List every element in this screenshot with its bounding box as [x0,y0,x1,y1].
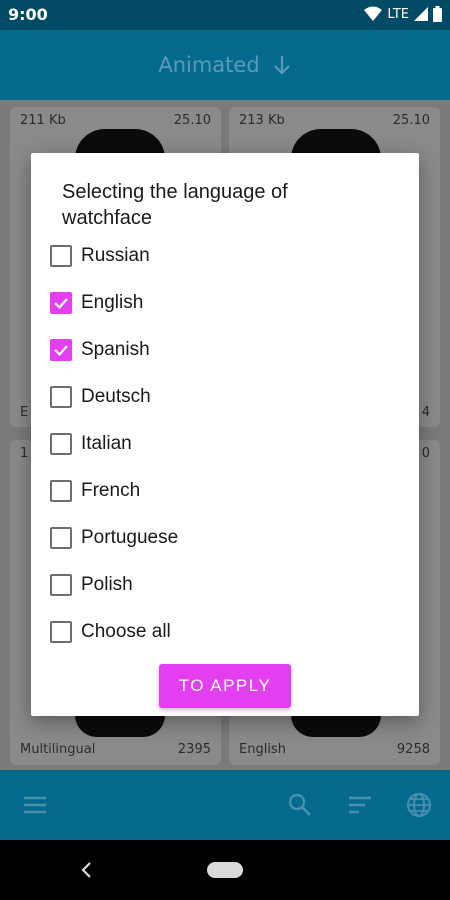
watchface-image [75,715,165,737]
checkbox[interactable] [50,339,72,361]
option-polish[interactable]: Polish [50,570,133,600]
option-french[interactable]: French [50,476,140,506]
option-label: Deutsch [81,386,151,407]
option-spanish[interactable]: Spanish [50,335,150,365]
card-language: Multilingual [20,742,96,757]
network-type: LTE [387,6,409,22]
checkbox[interactable] [50,621,72,643]
option-label: Russian [81,245,150,266]
dialog-title: Selecting the language of watchface [62,181,288,229]
card-version: 25.10 [173,113,211,128]
card-version-partial: 0 [421,446,430,461]
page-title[interactable]: Animated [158,53,259,77]
card-language-partial: E [20,405,29,420]
card-language: English [239,742,286,757]
checkbox[interactable] [50,433,72,455]
checkbox[interactable] [50,245,72,267]
option-label: English [81,292,144,313]
check-icon [54,298,68,310]
apply-button[interactable]: TO APPLY [159,664,291,708]
option-italian[interactable]: Italian [50,429,132,459]
language-dialog: Selecting the language of watchface Russ… [31,153,419,716]
card-version: 25.10 [392,113,430,128]
app-bar: Animated [0,30,450,100]
checkbox[interactable] [50,574,72,596]
bottom-bar [0,770,450,840]
option-russian[interactable]: Russian [50,241,150,271]
signal-icon [414,7,428,21]
globe-icon[interactable] [406,792,432,818]
option-label: French [81,480,141,501]
status-time: 9:00 [8,5,48,24]
option-label: Choose all [81,621,171,642]
watchface-image [291,715,381,737]
checkbox[interactable] [50,292,72,314]
option-deutsch[interactable]: Deutsch [50,382,151,412]
option-portuguese[interactable]: Portuguese [50,523,178,553]
card-size: 213 Kb [239,113,285,128]
card-downloads-partial: 4 [421,405,430,420]
back-icon[interactable] [78,859,94,881]
system-nav-bar [0,840,450,900]
check-icon [54,345,68,357]
checkbox[interactable] [50,527,72,549]
search-icon[interactable] [287,792,313,818]
card-downloads: 2395 [177,742,211,757]
arrow-down-icon[interactable] [272,54,292,76]
option-english[interactable]: English [50,288,143,318]
option-label: Italian [81,433,132,454]
option-label: Polish [81,574,133,595]
checkbox[interactable] [50,386,72,408]
battery-icon [433,6,442,22]
option-label: Spanish [81,339,150,360]
sort-icon[interactable] [347,792,373,818]
card-size: 211 Kb [20,113,66,128]
menu-icon[interactable] [22,792,48,818]
checkbox[interactable] [50,480,72,502]
status-bar: 9:00 LTE [0,0,450,30]
home-button[interactable] [207,862,243,878]
wifi-icon [364,6,383,21]
option-choose-all[interactable]: Choose all [50,617,171,647]
card-size-partial: 1 [20,446,29,461]
card-downloads: 9258 [396,742,430,757]
option-label: Portuguese [81,527,179,548]
